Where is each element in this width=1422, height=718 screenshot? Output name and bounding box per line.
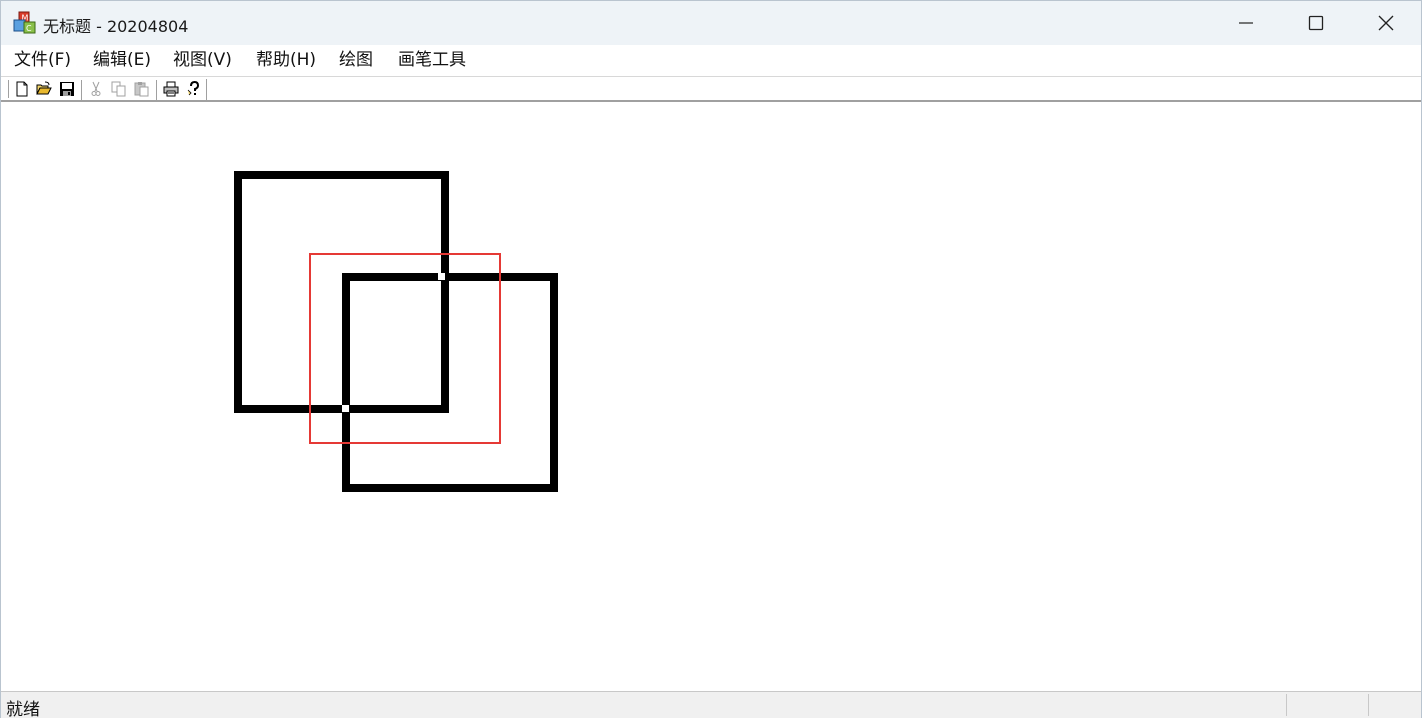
close-icon	[1378, 15, 1394, 31]
menu-bar: 文件(F) 编辑(E) 视图(V) 帮助(H) 绘图 画笔工具	[1, 45, 1421, 76]
open-button[interactable]	[35, 80, 53, 98]
status-bar: 就绪	[1, 691, 1421, 718]
app-window: M C 无标题 - 20204804 文件(F) 编辑(E) 视图(V) 帮助(…	[0, 0, 1422, 718]
black-rectangle-2[interactable]	[342, 273, 558, 492]
help-button[interactable]	[185, 80, 203, 98]
maximize-icon	[1308, 15, 1324, 31]
status-pane-divider	[1368, 694, 1369, 716]
toolbar-end-divider	[206, 79, 207, 101]
red-rectangle[interactable]	[309, 253, 501, 444]
toolbar-grip[interactable]	[6, 80, 9, 98]
status-text: 就绪	[6, 700, 40, 718]
menu-edit[interactable]: 编辑(E)	[93, 49, 151, 71]
toolbar-separator	[81, 80, 83, 100]
save-icon	[60, 82, 74, 96]
maximize-button[interactable]	[1281, 1, 1351, 45]
print-icon	[163, 81, 179, 97]
status-pane-divider	[1286, 694, 1287, 716]
close-button[interactable]	[1351, 1, 1421, 45]
minimize-button[interactable]	[1211, 1, 1281, 45]
drawing-canvas[interactable]	[5, 102, 1420, 690]
minimize-icon	[1239, 22, 1253, 24]
paste-button[interactable]	[133, 80, 151, 98]
paste-icon	[134, 82, 149, 97]
menu-file[interactable]: 文件(F)	[14, 49, 71, 71]
save-button[interactable]	[58, 80, 76, 98]
title-bar[interactable]: M C 无标题 - 20204804	[1, 1, 1421, 45]
copy-icon	[111, 81, 126, 97]
print-button[interactable]	[162, 80, 180, 98]
svg-text:C: C	[26, 24, 32, 33]
toolbar	[1, 76, 1421, 102]
copy-button[interactable]	[110, 80, 128, 98]
intersection-mark	[438, 273, 445, 280]
app-icon: M C	[13, 11, 37, 35]
help-icon	[187, 81, 200, 96]
cut-button[interactable]	[87, 80, 105, 98]
menu-view[interactable]: 视图(V)	[173, 49, 232, 71]
window-title: 无标题 - 20204804	[43, 17, 189, 36]
new-file-button[interactable]	[13, 80, 31, 98]
toolbar-separator	[156, 80, 158, 100]
menu-brush-tools[interactable]: 画笔工具	[398, 49, 466, 71]
open-folder-icon	[36, 81, 52, 95]
menu-help[interactable]: 帮助(H)	[256, 49, 316, 71]
new-file-icon	[16, 81, 28, 97]
cut-icon	[91, 81, 101, 96]
menu-draw[interactable]: 绘图	[339, 49, 373, 71]
black-rectangle-1[interactable]	[234, 171, 449, 413]
intersection-mark	[342, 405, 349, 412]
